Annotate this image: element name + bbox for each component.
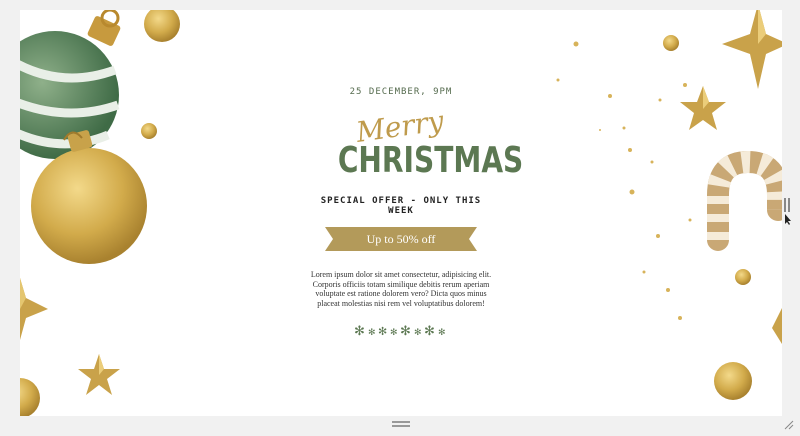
special-offer-text: SPECIAL OFFER - ONLY THIS WEEK bbox=[320, 196, 482, 216]
event-date: 25 DECEMBER, 9PM bbox=[349, 87, 453, 97]
preview-canvas: 25 DECEMBER, 9PM Merry CHRISTMAS SPECIAL… bbox=[20, 10, 782, 416]
svg-text:✻: ✻ bbox=[424, 324, 435, 338]
body-text: Lorem ipsum dolor sit amet consectetur, … bbox=[310, 270, 492, 308]
svg-text:✻: ✻ bbox=[400, 324, 411, 338]
discount-text: Up to 50% off bbox=[366, 232, 436, 246]
gold-ornament-icon bbox=[31, 130, 147, 264]
star-icon bbox=[722, 10, 782, 89]
star-icon bbox=[78, 354, 120, 395]
scroll-grip-icon[interactable] bbox=[392, 420, 410, 428]
svg-text:✻: ✻ bbox=[354, 324, 365, 338]
resize-handle-icon[interactable] bbox=[784, 420, 794, 430]
gold-ball-icon bbox=[20, 378, 40, 416]
invitation-card: 25 DECEMBER, 9PM Merry CHRISTMAS SPECIAL… bbox=[311, 10, 524, 416]
discount-ribbon: Up to 50% off bbox=[325, 227, 477, 251]
gold-ball-icon bbox=[735, 269, 751, 285]
svg-text:✻: ✻ bbox=[414, 328, 422, 338]
gold-ball-icon bbox=[714, 362, 752, 400]
snowflake-icon: ✻ ✻ ✻ ✻ ✻ ✻ ✻ ✻ bbox=[354, 324, 446, 338]
confetti-dots bbox=[556, 41, 692, 320]
gold-ball-icon bbox=[141, 123, 157, 139]
svg-text:✻: ✻ bbox=[368, 328, 376, 338]
star-icon bbox=[772, 308, 782, 344]
svg-text:✻: ✻ bbox=[438, 328, 446, 338]
star-icon bbox=[20, 278, 48, 340]
gold-ball-icon bbox=[144, 10, 180, 42]
scroll-grip-icon[interactable] bbox=[782, 196, 792, 226]
svg-text:✻: ✻ bbox=[390, 328, 398, 338]
christmas-title: CHRISTMAS bbox=[337, 140, 524, 181]
svg-text:✻: ✻ bbox=[378, 325, 387, 338]
candy-cane-icon bbox=[707, 150, 782, 251]
